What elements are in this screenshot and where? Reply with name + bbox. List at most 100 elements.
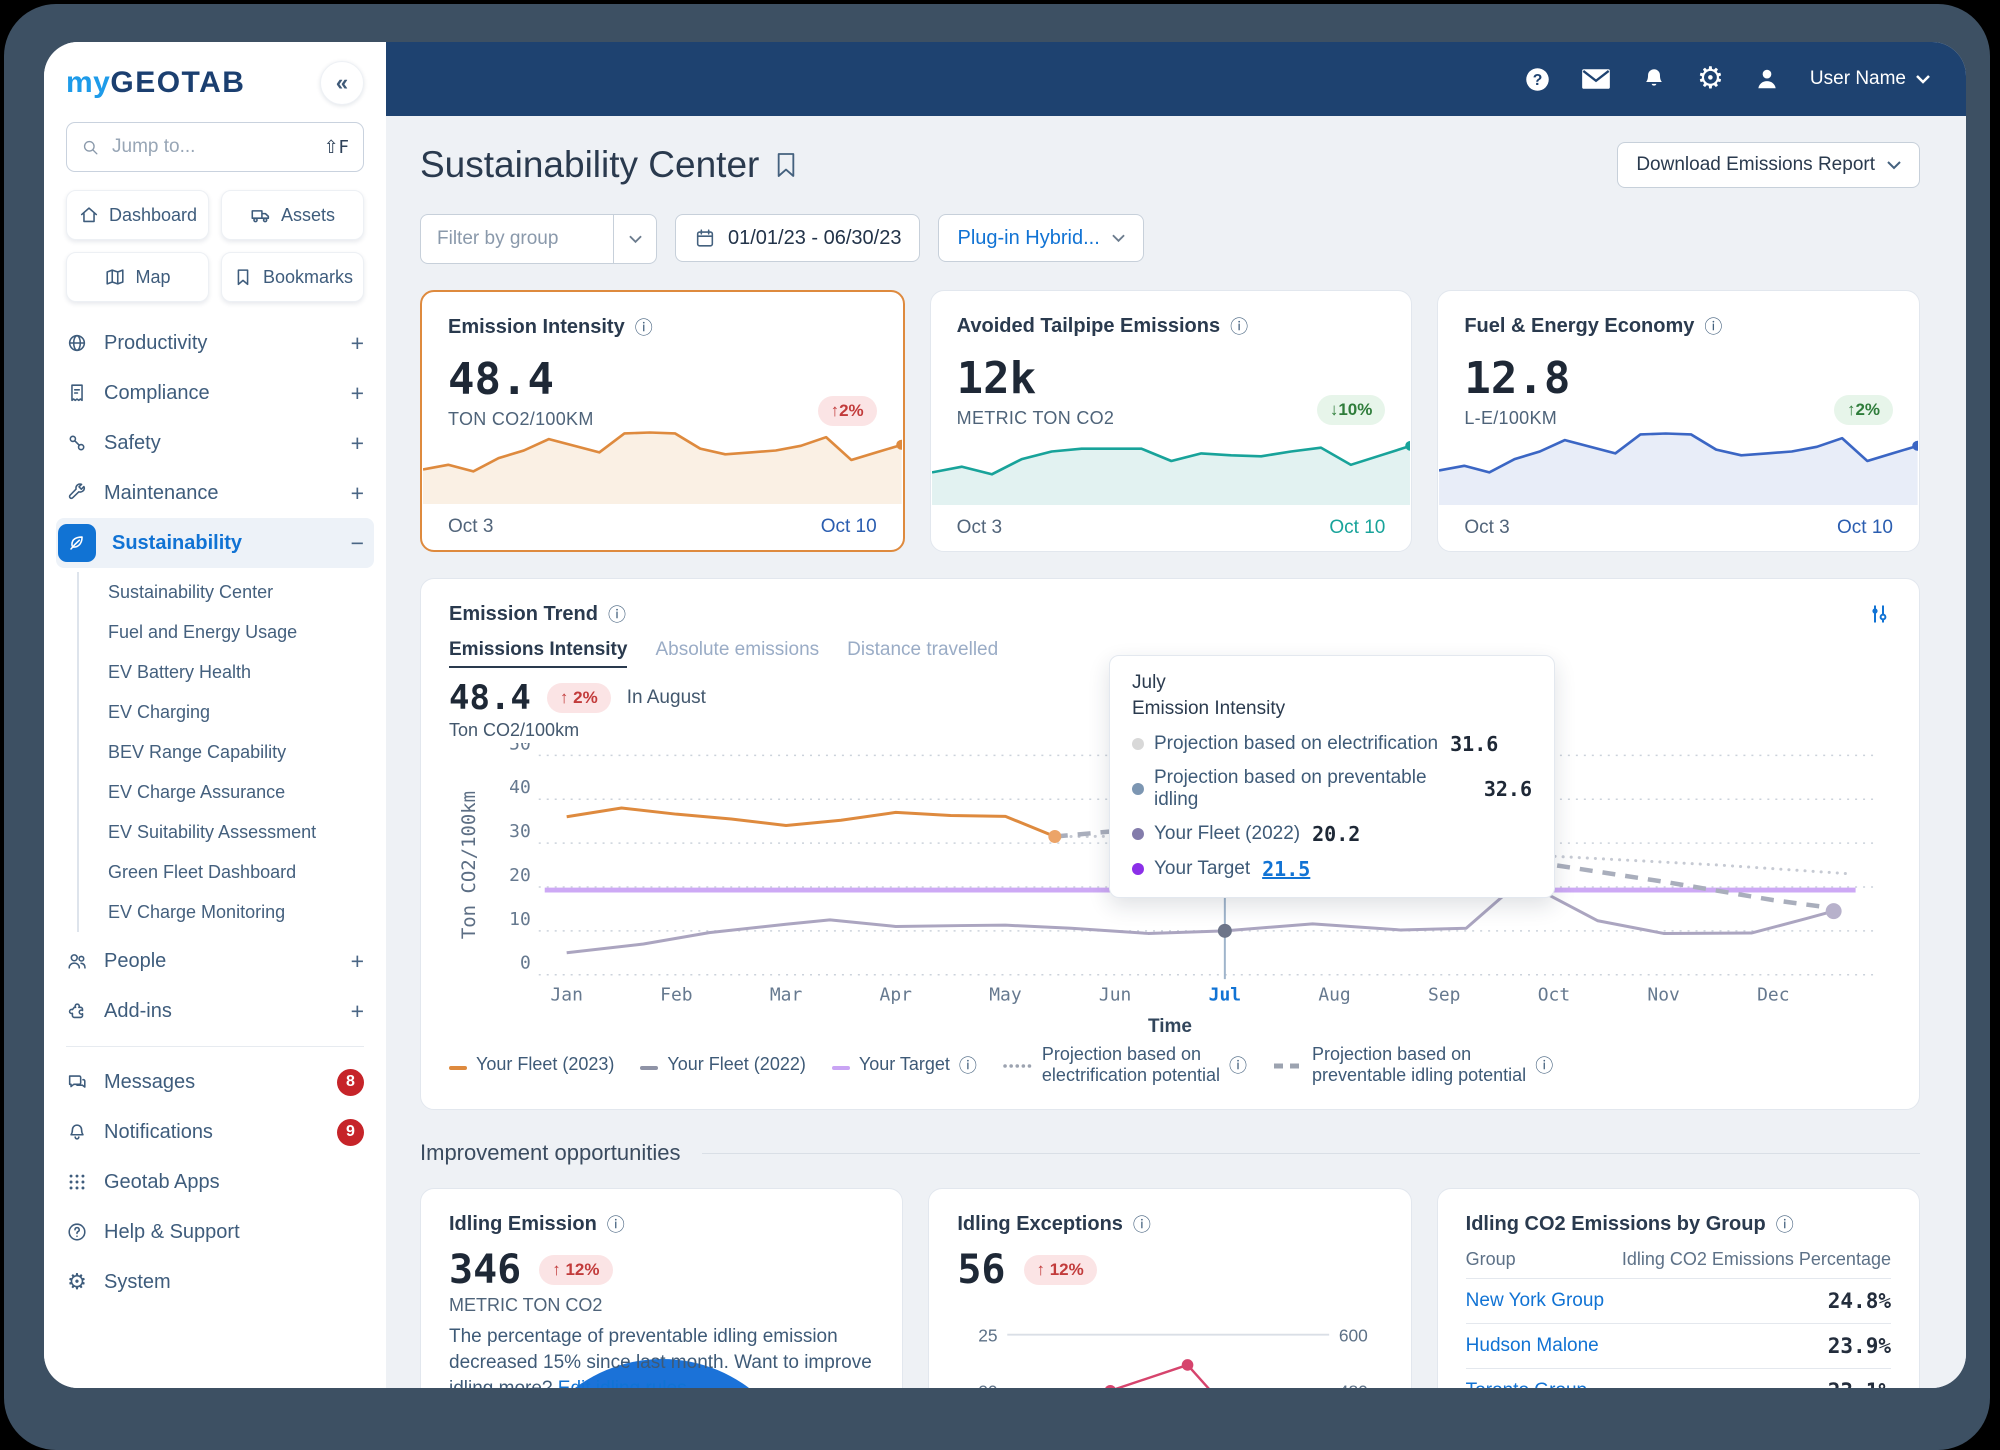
sidebar-item-maintenance[interactable]: Maintenance + <box>56 468 374 518</box>
help-icon[interactable]: ? <box>1524 66 1551 93</box>
plus-icon[interactable]: + <box>351 480 364 507</box>
sidebar-item-notifications[interactable]: Notifications 9 <box>56 1107 374 1157</box>
svg-text:0: 0 <box>520 953 531 974</box>
sidebar-subitem-ev-charging[interactable]: EV Charging <box>108 692 364 732</box>
svg-text:Ton CO2/100km: Ton CO2/100km <box>458 791 480 939</box>
legend-dot <box>1132 783 1144 796</box>
minus-icon[interactable]: − <box>351 530 364 557</box>
sidebar-item-sustainability[interactable]: Sustainability − <box>56 518 374 568</box>
quick-button-assets[interactable]: Assets <box>221 190 364 240</box>
bell-icon[interactable] <box>1641 66 1667 92</box>
plus-icon[interactable]: + <box>351 948 364 975</box>
chart-settings-icon[interactable] <box>1867 602 1891 626</box>
sidebar-item-people[interactable]: People + <box>56 936 374 986</box>
sidebar-item-geotab-apps[interactable]: Geotab Apps <box>56 1157 374 1207</box>
card-title: Idling CO2 Emissions by Group <box>1465 1212 1766 1235</box>
quick-button-bookmarks[interactable]: Bookmarks <box>221 252 364 302</box>
card-value: 346 <box>449 1247 522 1293</box>
plus-icon[interactable]: + <box>351 380 364 407</box>
tab-absolute-emissions[interactable]: Absolute emissions <box>655 639 819 668</box>
logo-my: my <box>66 66 111 99</box>
sidebar-item-compliance[interactable]: Compliance + <box>56 368 374 418</box>
sidebar-subitem-ev-charge-assurance[interactable]: EV Charge Assurance <box>108 772 364 812</box>
kpi-card-emission-intensity[interactable]: Emission Intensity ⓘ 48.4 TON CO2/100KM ↑… <box>420 290 905 552</box>
gear-icon[interactable]: ⚙ <box>1697 64 1724 94</box>
card-unit: METRIC TON CO2 <box>449 1295 603 1315</box>
sidebar-menu: Productivity + Compliance + Safety + Mai… <box>56 318 374 1307</box>
legend-swatch <box>831 1054 850 1075</box>
bell-icon <box>70 1124 84 1140</box>
date-range-picker[interactable]: 01/01/23 - 06/30/23 <box>675 214 921 262</box>
sidebar-subitem-sustainability-center[interactable]: Sustainability Center <box>108 572 364 612</box>
info-icon[interactable]: ⓘ <box>959 1052 977 1078</box>
quick-button-map[interactable]: Map <box>66 252 209 302</box>
plus-icon[interactable]: + <box>351 430 364 457</box>
info-icon[interactable]: ⓘ <box>607 1211 625 1237</box>
tab-emissions-intensity[interactable]: Emissions Intensity <box>449 639 628 668</box>
sidebar-subitem-bev-range-capability[interactable]: BEV Range Capability <box>108 732 364 772</box>
legend-item-your-target: Your Target ⓘ <box>831 1052 977 1078</box>
group-filter-select[interactable]: Filter by group <box>420 214 657 264</box>
sidebar-item-productivity[interactable]: Productivity + <box>56 318 374 368</box>
sidebar-subitem-ev-charge-monitoring[interactable]: EV Charge Monitoring <box>108 892 364 932</box>
sidebar-item-label: Geotab Apps <box>104 1170 220 1193</box>
wrench-icon <box>68 483 86 500</box>
svg-text:Apr: Apr <box>880 985 913 1006</box>
sidebar-subitem-fuel-and-energy-usage[interactable]: Fuel and Energy Usage <box>108 612 364 652</box>
sidebar-item-safety[interactable]: Safety + <box>56 418 374 468</box>
info-icon[interactable]: ⓘ <box>1704 313 1722 339</box>
filter-bar: Filter by group 01/01/23 - 06/30/23 Plug… <box>420 214 1920 264</box>
tooltip-value: 31.6 <box>1450 732 1499 757</box>
sidebar-item-help-support[interactable]: Help & Support <box>56 1207 374 1257</box>
leaf-icon <box>58 524 96 562</box>
legend-item-fleet-2023: Your Fleet (2023) <box>449 1054 614 1075</box>
group-link[interactable]: New York Group <box>1466 1290 1604 1312</box>
kpi-card-avoided-tailpipe-emissions[interactable]: Avoided Tailpipe Emissions ⓘ 12k METRIC T… <box>929 290 1413 552</box>
info-icon[interactable]: ⓘ <box>1229 1052 1247 1078</box>
kpi-date-end: Oct 10 <box>820 516 877 537</box>
chevron-down-icon[interactable] <box>613 215 656 263</box>
sidebar-item-messages[interactable]: Messages 8 <box>56 1057 374 1107</box>
user-menu[interactable]: User Name <box>1810 68 1930 90</box>
plus-icon[interactable]: + <box>351 330 364 357</box>
emission-trend-card: Emission Trend ⓘ Emissions Intensity Abso… <box>420 578 1920 1110</box>
improvement-section-header: Improvement opportunities <box>420 1140 1920 1166</box>
tab-distance-travelled[interactable]: Distance travelled <box>847 639 998 668</box>
info-icon[interactable]: ⓘ <box>1535 1052 1553 1078</box>
sidebar-collapse-button[interactable]: « <box>320 61 364 105</box>
sidebar-subitem-ev-suitability-assessment[interactable]: EV Suitability Assessment <box>108 812 364 852</box>
info-icon[interactable]: ⓘ <box>1230 313 1248 339</box>
sidebar-item-system[interactable]: ⚙ System <box>56 1257 374 1307</box>
plus-icon[interactable]: + <box>351 998 364 1025</box>
kpi-sparkline <box>422 392 903 504</box>
quick-button-dashboard[interactable]: Dashboard <box>66 190 209 240</box>
download-emissions-report-button[interactable]: Download Emissions Report <box>1617 142 1920 188</box>
sidebar-subitem-green-fleet-dashboard[interactable]: Green Fleet Dashboard <box>108 852 364 892</box>
info-icon[interactable]: ⓘ <box>1133 1211 1151 1237</box>
sidebar-item-add-ins[interactable]: Add-ins + <box>56 986 374 1036</box>
info-icon[interactable]: ⓘ <box>608 601 626 627</box>
kpi-card-fuel-energy-economy[interactable]: Fuel & Energy Economy ⓘ 12.8 L-E/100KM ↑2… <box>1437 290 1921 552</box>
mail-icon[interactable] <box>1581 67 1611 91</box>
group-link[interactable]: Toronto Group <box>1466 1380 1587 1388</box>
svg-text:480: 480 <box>1339 1382 1368 1388</box>
trend-value: 48.4 <box>449 678 531 718</box>
emission-trend-chart[interactable]: 0 10 20 30 40 50 Jan Feb Mar Apr May Jun Jul Aug Sep Oc… <box>449 655 1891 1016</box>
target-value-link[interactable]: 21.5 <box>1262 857 1310 881</box>
svg-text:Mar: Mar <box>770 985 803 1006</box>
chart-tooltip: July Emission Intensity Projection based… <box>1109 655 1555 899</box>
user-icon[interactable] <box>1754 66 1780 92</box>
sidebar-subitem-ev-battery-health[interactable]: EV Battery Health <box>108 652 364 692</box>
info-icon[interactable]: ⓘ <box>1776 1211 1794 1237</box>
powertrain-filter[interactable]: Plug-in Hybrid... <box>938 214 1144 262</box>
search-box[interactable]: ⇧F <box>66 122 364 172</box>
edit-idling-rules-link[interactable]: Edit idling rules <box>558 1378 687 1388</box>
info-icon[interactable]: ⓘ <box>635 314 653 340</box>
svg-text:10: 10 <box>509 909 531 930</box>
tooltip-label: Projection based on preventable idling <box>1154 767 1427 811</box>
idling-exceptions-chart[interactable]: 25 20 600 480 <box>957 1309 1382 1388</box>
search-input[interactable] <box>110 135 314 159</box>
group-link[interactable]: Hudson Malone <box>1466 1335 1599 1357</box>
chevron-down-icon <box>1112 234 1125 242</box>
bookmark-page-icon[interactable] <box>775 152 797 178</box>
